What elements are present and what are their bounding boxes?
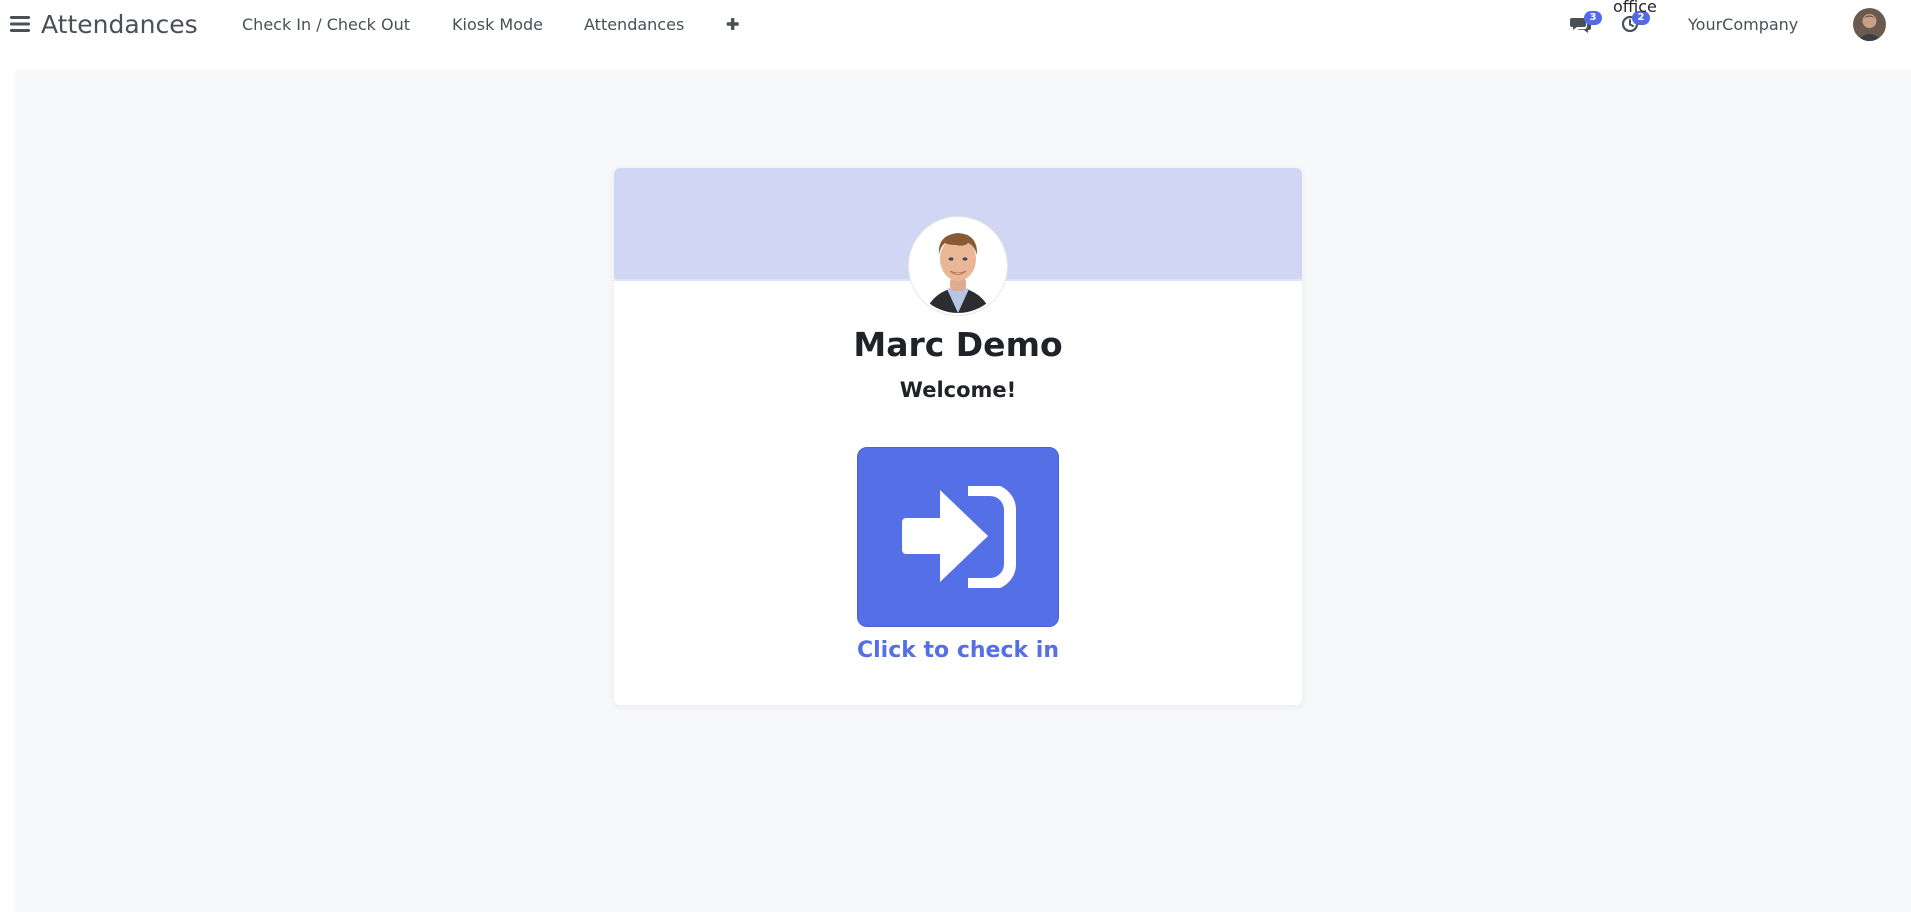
company-switcher[interactable]: YourCompany xyxy=(1688,14,1798,36)
app-title[interactable]: Attendances xyxy=(41,8,198,42)
check-in-label[interactable]: Click to check in xyxy=(614,636,1302,666)
nav-item-attendances[interactable]: Attendances xyxy=(584,14,684,36)
user-avatar[interactable] xyxy=(1853,8,1886,41)
nav-item-check-in-check-out[interactable]: Check In / Check Out xyxy=(242,14,410,36)
nav-item-kiosk-mode[interactable]: Kiosk Mode xyxy=(452,14,543,36)
employee-name: Marc Demo xyxy=(853,325,1063,364)
employee-avatar xyxy=(909,217,1007,315)
hamburger-menu-icon[interactable] xyxy=(10,15,30,33)
check-in-button[interactable] xyxy=(857,447,1059,627)
top-navbar: Attendances Check In / Check Out Kiosk M… xyxy=(0,0,1911,52)
welcome-message: Welcome! xyxy=(899,378,1017,402)
plus-icon[interactable] xyxy=(725,14,741,34)
attendance-card: Marc Demo Welcome! Click to check in xyxy=(614,168,1302,705)
tooltip-text: office xyxy=(1613,0,1657,16)
messages-count-badge: 3 xyxy=(1584,11,1602,25)
sign-in-icon xyxy=(902,486,1016,588)
